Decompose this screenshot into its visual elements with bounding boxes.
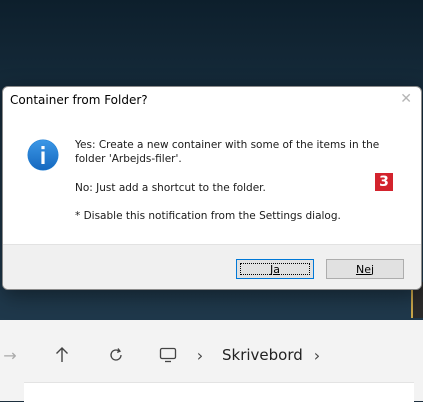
close-icon[interactable]: ✕: [400, 91, 412, 107]
file-explorer-window: → › Skrivebord ›: [0, 320, 423, 402]
monitor-icon[interactable]: [155, 334, 181, 376]
explorer-navbar: → › Skrivebord ›: [0, 334, 423, 376]
yes-button[interactable]: Ja: [236, 259, 314, 279]
no-button[interactable]: Nej: [326, 259, 404, 279]
container-from-folder-dialog: Container from Folder? ✕ Yes: Create a n…: [2, 86, 422, 290]
up-arrow-icon[interactable]: [48, 334, 76, 376]
breadcrumb-item-skrivebord[interactable]: Skrivebord: [222, 334, 303, 376]
explorer-content-area: [24, 382, 414, 402]
dialog-title: Container from Folder?: [10, 93, 148, 107]
refresh-icon[interactable]: [102, 334, 130, 376]
no-button-label: Nej: [355, 262, 375, 276]
forward-arrow-icon[interactable]: →: [0, 334, 20, 376]
up-arrow-icon: [56, 347, 68, 362]
message-no-option: No: Just add a shortcut to the folder.: [75, 182, 266, 194]
breadcrumb-chevron-icon[interactable]: ›: [308, 334, 326, 376]
monitor-icon: [159, 347, 177, 363]
message-yes-option: Yes: Create a new container with some of…: [75, 139, 380, 165]
annotation-badge: 3: [375, 173, 393, 191]
dialog-button-bar: Ja Nej: [3, 244, 421, 289]
refresh-icon: [110, 348, 122, 361]
yes-button-label: Ja: [270, 262, 280, 276]
message-settings-note: * Disable this notification from the Set…: [75, 210, 341, 222]
breadcrumb-chevron-icon[interactable]: ›: [191, 334, 209, 376]
info-icon: [27, 139, 59, 171]
